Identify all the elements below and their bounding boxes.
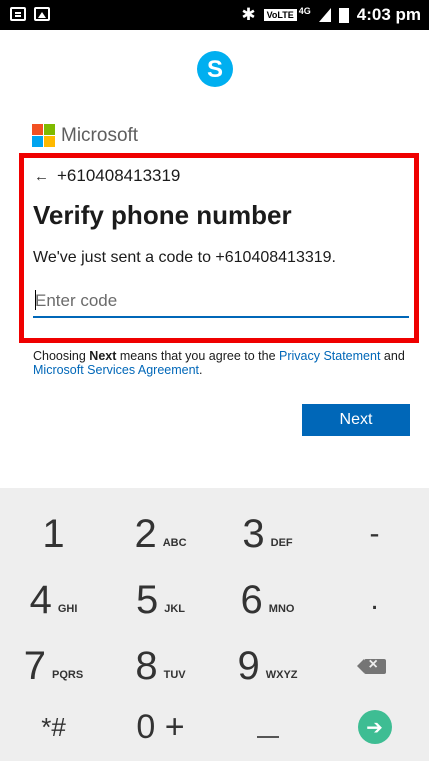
key-6[interactable]: 6 MNO [214,566,321,634]
status-bar: ✱ VoLTE 4G 4:03 pm [0,0,429,30]
key-8[interactable]: 8 TUV [107,632,214,700]
code-sent-description: We've just sent a code to +610408413319. [33,249,336,266]
skype-logo-icon: S [197,51,233,87]
svg-text:S: S [207,56,223,83]
next-word: Next [89,349,117,363]
key-3[interactable]: 3 DEF [214,500,321,568]
key-dash[interactable]: - [321,500,428,568]
backspace-icon [356,656,386,674]
key-space[interactable] [214,693,321,761]
key-delete[interactable] [321,632,428,700]
battery-icon [338,7,349,23]
bluetooth-icon: ✱ [241,5,256,24]
legal-notice: Choosing Next means that you agree to th… [33,349,405,377]
services-agreement-link[interactable]: Microsoft Services Agreement [33,363,199,377]
arrow-right-icon: ➔ [357,710,392,744]
page-title: Verify phone number [33,200,292,230]
key-5[interactable]: 5 JKL [107,566,214,634]
key-star-hash[interactable]: *# [0,693,107,761]
microsoft-wordmark: Microsoft [61,124,139,146]
key-9[interactable]: 9 WXYZ [214,632,321,700]
key-dot[interactable]: . [321,566,428,634]
privacy-statement-link[interactable]: Privacy Statement [279,349,380,363]
volte-badge: VoLTE [263,9,297,21]
numeric-keypad: 1 2 ABC 3 DEF - 4 GHI 5 JKL 6 MNO . 7 PQRS 8 TU… [0,488,429,761]
image-icon [34,7,50,21]
clock: 4:03 pm [356,5,421,24]
microsoft-logo: Microsoft [32,124,138,147]
microsoft-grid-icon [32,124,55,147]
key-go[interactable]: ➔ [321,693,428,761]
code-input[interactable] [33,286,409,318]
text-caret [35,290,36,310]
space-icon [256,736,279,738]
message-icon [10,7,26,21]
key-4[interactable]: 4 GHI [0,566,107,634]
phone-identifier: +610408413319 [57,166,181,185]
back-button[interactable]: ← +610408413319 [34,166,180,186]
key-2[interactable]: 2 ABC [107,500,214,568]
key-0[interactable]: 0 + [107,693,214,761]
key-7[interactable]: 7 PQRS [0,632,107,700]
status-indicators: ✱ VoLTE 4G 4:03 pm [241,5,421,25]
signal-icon [318,8,331,22]
back-arrow-icon[interactable]: ← [34,168,49,185]
next-button[interactable]: Next [302,404,410,436]
network-type: 4G [298,6,311,16]
status-notifications [10,7,50,21]
key-1[interactable]: 1 [0,500,107,568]
